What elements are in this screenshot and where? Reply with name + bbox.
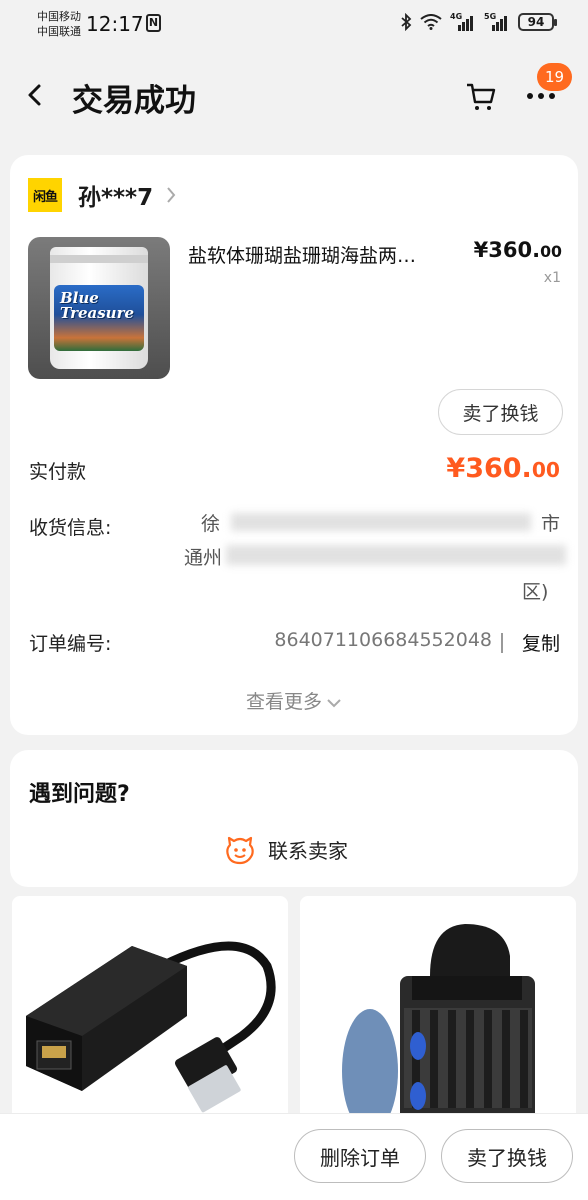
shop-row[interactable]: 闲鱼 孙***7 [28, 177, 177, 213]
signal-4g-icon: 4G [450, 12, 476, 31]
xianyu-logo: 闲鱼 [28, 178, 62, 212]
contact-seller-label: 联系卖家 [268, 838, 348, 863]
address-info: 徐 市 通州 区) [184, 505, 566, 603]
problem-card: 遇到问题? 联系卖家 [10, 750, 578, 887]
paid-main: ¥360. [446, 453, 532, 484]
view-more-label: 查看更多 [245, 691, 322, 713]
view-more-button[interactable]: 查看更多 [10, 687, 578, 714]
signal-5g-icon: 5G [484, 12, 510, 31]
product-quantity: x1 [543, 270, 561, 286]
nfc-icon: N [146, 14, 161, 32]
paid-cents: 00 [531, 458, 560, 482]
recommendation-tile-adapter[interactable] [12, 896, 288, 1121]
paid-label: 实付款 [29, 461, 87, 483]
smiley-chat-icon [226, 836, 254, 865]
address-line3-end: 区) [522, 581, 549, 603]
paid-amount: ¥360.00 [446, 453, 560, 484]
order-card: 闲鱼 孙***7 Blue Treasure 盐软体珊瑚盐珊瑚海盐两… ¥360… [10, 155, 578, 735]
order-number-label: 订单编号: [29, 633, 112, 655]
divider [501, 633, 503, 653]
carrier-1: 中国移动 [37, 10, 81, 23]
notification-badge: 19 [537, 63, 572, 91]
address-line1-start: 徐 [201, 513, 221, 535]
product-image[interactable]: Blue Treasure [28, 237, 170, 379]
carrier-2: 中国联通 [37, 25, 81, 38]
bluetooth-icon [401, 13, 412, 31]
system-icons: 4G 5G 94 [400, 12, 557, 31]
carrier-names: 中国移动 中国联通 [37, 9, 81, 39]
salt-bucket-image: Blue Treasure [50, 247, 148, 369]
problem-title: 遇到问题? [29, 782, 130, 807]
status-bar: 中国移动 中国联通 12:17 N 4G 5G 94 [0, 0, 588, 50]
clock: 12:17 [86, 12, 144, 36]
bottom-action-bar: 删除订单 卖了换钱 [0, 1113, 588, 1200]
cart-icon[interactable] [464, 79, 498, 113]
price-cents: 00 [540, 242, 562, 261]
address-label: 收货信息: [29, 517, 112, 539]
delete-order-button[interactable]: 删除订单 [294, 1129, 426, 1183]
product-title[interactable]: 盐软体珊瑚盐珊瑚海盐两… [188, 241, 460, 268]
recommendation-tile-pump[interactable] [300, 896, 576, 1121]
address-line1-end: 市 [541, 513, 561, 535]
network-5g-label: 5G [484, 12, 497, 21]
chevron-down-icon [327, 698, 341, 707]
nav-bar: 交易成功 [0, 55, 588, 135]
copy-button[interactable]: 复制 [522, 629, 560, 656]
price-main: ¥360. [473, 238, 541, 262]
chevron-right-icon [167, 187, 176, 203]
redacted-address-2 [226, 545, 566, 565]
product-price: ¥360.00 [474, 238, 562, 262]
product-image-text: Blue Treasure [60, 289, 135, 322]
resell-button[interactable]: 卖了换钱 [438, 389, 563, 435]
network-4g-label: 4G [450, 12, 463, 21]
wifi-icon [420, 14, 442, 30]
redacted-address-1 [231, 513, 531, 531]
wave-pump-image [342, 924, 535, 1121]
chevron-left-icon[interactable] [22, 77, 52, 113]
order-number: 864071106684552048 [274, 629, 492, 651]
sell-button[interactable]: 卖了换钱 [441, 1129, 573, 1183]
address-line2-start: 通州 [184, 547, 223, 569]
shop-name[interactable]: 孙***7 [78, 178, 153, 212]
page-title: 交易成功 [72, 83, 196, 119]
usb-ethernet-adapter-image [26, 941, 276, 1113]
contact-seller-button[interactable]: 联系卖家 [223, 832, 348, 866]
battery-icon: 94 [518, 13, 557, 31]
